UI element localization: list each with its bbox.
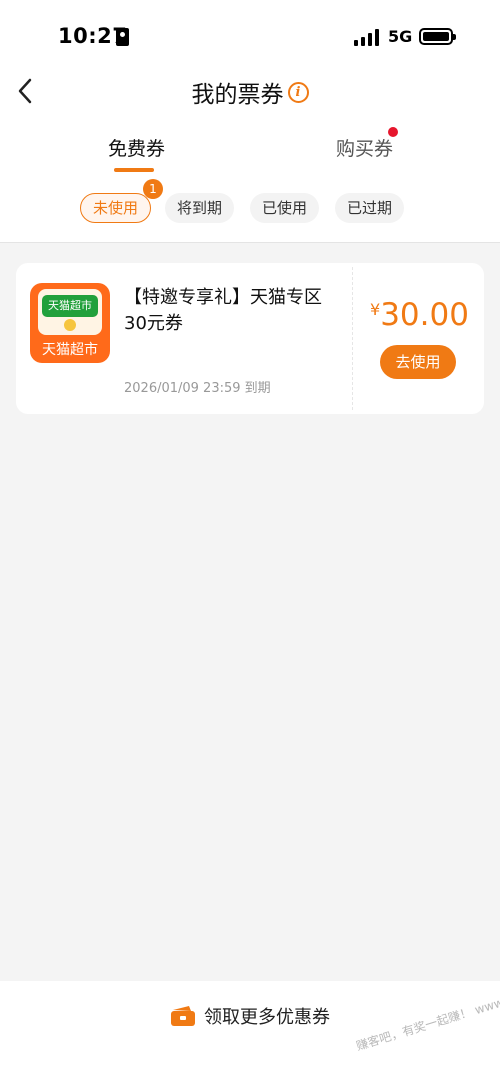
filter-expiring[interactable]: 将到期 <box>165 193 235 223</box>
coupon-amount: ¥30.00 <box>370 297 469 333</box>
network-type: 5G <box>388 27 413 46</box>
get-more-coupons-label: 领取更多优惠券 <box>204 1007 330 1028</box>
logo-top-text: 天猫超市 <box>42 295 98 317</box>
currency-symbol: ¥ <box>370 300 381 319</box>
coupon-title: 【特邀专享礼】天猫专区30元券 <box>124 287 322 334</box>
use-coupon-button[interactable]: 去使用 <box>380 345 456 379</box>
coupon-expiry: 2026/01/09 23:59 到期 <box>124 381 271 396</box>
filter-unused[interactable]: 未使用 <box>80 193 152 223</box>
status-bar: 10:27 5G <box>0 0 500 70</box>
filter-used[interactable]: 已使用 <box>250 193 320 223</box>
signal-icon <box>354 28 380 46</box>
page-title-text: 我的票券 <box>191 82 284 108</box>
battery-icon <box>419 28 456 45</box>
notification-dot <box>388 127 398 137</box>
coupon-icon <box>170 1005 196 1027</box>
tab-purchased-coupons[interactable]: 购买券 <box>336 134 393 161</box>
page-title: 我的票券 i <box>0 75 500 109</box>
card-separator <box>352 267 353 410</box>
info-icon[interactable]: i <box>287 81 309 103</box>
tab-free-coupons[interactable]: 免费券 <box>108 134 165 161</box>
amount-value: 30.00 <box>380 297 469 333</box>
coin-icon <box>64 319 76 331</box>
tab-active-indicator <box>114 168 154 172</box>
header-divider <box>0 242 500 243</box>
tmall-supermarket-logo: 天猫超市 天猫超市 <box>30 283 110 363</box>
filter-expired[interactable]: 已过期 <box>335 193 405 223</box>
coupon-card[interactable]: 天猫超市 天猫超市 【特邀专享礼】天猫专区30元券 2026/01/09 23:… <box>16 263 484 414</box>
logo-text: 天猫超市 <box>42 342 98 358</box>
unused-count-badge: 1 <box>143 179 163 199</box>
portrait-lock-icon <box>116 28 129 46</box>
